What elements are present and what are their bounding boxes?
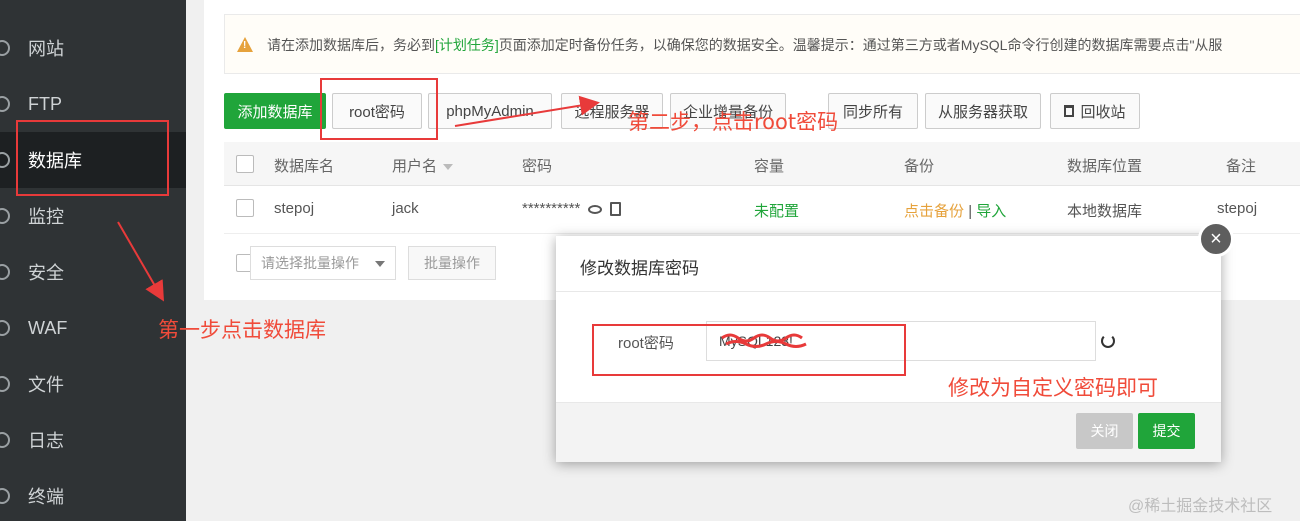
header-capacity: 容量 [754, 158, 785, 175]
cron-task-link[interactable]: [计划任务] [435, 37, 499, 53]
annotation-hint: 修改为自定义密码即可 [948, 376, 1158, 400]
header-backup: 备份 [904, 158, 935, 175]
close-icon[interactable]: × [1198, 221, 1234, 257]
header-password: 密码 [522, 158, 553, 175]
notice-text: 请在添加数据库后，务必到[计划任务]页面添加定时备份任务，以确保您的数据安全。温… [267, 35, 1222, 55]
batch-operation-button[interactable]: 批量操作 [408, 246, 496, 280]
ftp-icon [0, 96, 10, 112]
sidebar-item-website[interactable]: 网站 [0, 20, 186, 76]
sidebar-item-label: WAF [28, 317, 68, 338]
sidebar-item-label: 终端 [28, 487, 64, 507]
db-location: 本地数据库 [1067, 203, 1143, 220]
waf-shield-icon [0, 320, 10, 336]
annotation-step1: 第一步点击数据库 [158, 318, 326, 342]
modal-header: 修改数据库密码 [556, 236, 1221, 292]
terminal-icon [0, 488, 10, 504]
sidebar-item-logs[interactable]: 日志 [0, 412, 186, 468]
folder-icon [0, 376, 10, 392]
sidebar-item-label: 文件 [28, 375, 64, 395]
fetch-from-server-button[interactable]: 从服务器获取 [925, 93, 1041, 129]
modal-footer: 关闭 提交 [556, 402, 1221, 462]
trash-icon [1064, 105, 1075, 117]
modal-title: 修改数据库密码 [580, 259, 699, 278]
batch-select-label: 请选择批量操作 [261, 255, 359, 271]
batch-select[interactable]: 请选择批量操作 [250, 246, 396, 280]
db-name[interactable]: stepoj [274, 200, 314, 217]
eye-icon[interactable] [588, 204, 603, 214]
sidebar-item-label: FTP [28, 93, 62, 114]
table-header: 数据库名 用户名 密码 容量 备份 数据库位置 备注 [224, 142, 1300, 186]
sidebar-item-label: 网站 [28, 39, 64, 59]
header-location: 数据库位置 [1067, 158, 1143, 175]
header-db-name: 数据库名 [274, 158, 335, 175]
password-mask: ********** [522, 200, 581, 217]
notice-suffix: 页面添加定时备份任务，以确保您的数据安全。温馨提示：通过第三方或者MySQL命令… [498, 37, 1223, 53]
shield-icon [0, 264, 10, 280]
table-row: stepoj jack ********** 未配置 点击备份 | 导入 本地数… [224, 186, 1300, 234]
sidebar-item-label: 监控 [28, 207, 64, 227]
annotation-box-database [16, 120, 169, 196]
import-link[interactable]: 导入 [976, 203, 1006, 220]
header-username[interactable]: 用户名 [392, 155, 454, 176]
chevron-down-icon [375, 261, 385, 267]
header-username-label: 用户名 [392, 158, 438, 175]
notice-prefix: 请在添加数据库后，务必到 [267, 37, 435, 53]
watermark: @稀土掘金技术社区 [1128, 498, 1273, 515]
add-database-button[interactable]: 添加数据库 [224, 93, 326, 129]
select-all-checkbox[interactable] [236, 155, 254, 173]
row-checkbox[interactable] [236, 199, 254, 217]
backup-link[interactable]: 点击备份 [904, 203, 964, 220]
refresh-icon[interactable] [1101, 334, 1115, 348]
notice-banner: 请在添加数据库后，务必到[计划任务]页面添加定时备份任务，以确保您的数据安全。温… [224, 14, 1300, 74]
sidebar-item-label: 安全 [28, 263, 64, 283]
header-note: 备注 [1226, 158, 1257, 175]
recycle-bin-label: 回收站 [1080, 103, 1126, 121]
annotation-step2: 第二步，点击root密码 [628, 110, 839, 134]
warning-icon [237, 37, 253, 52]
submit-button[interactable]: 提交 [1138, 413, 1195, 449]
db-note[interactable]: stepoj [1217, 200, 1257, 217]
sidebar-item-security[interactable]: 安全 [0, 244, 186, 300]
monitor-icon [0, 208, 10, 224]
close-button[interactable]: 关闭 [1076, 413, 1133, 449]
sidebar: 网站 FTP 数据库 监控 安全 WAF 文件 日志 终端 [0, 0, 186, 521]
copy-icon[interactable] [610, 202, 622, 217]
sidebar-item-terminal[interactable]: 终端 [0, 468, 186, 521]
separator: | [968, 203, 973, 220]
phpmyadmin-button[interactable]: phpMyAdmin [428, 93, 552, 129]
sort-icon [443, 164, 454, 171]
database-icon [0, 152, 10, 168]
sidebar-item-files[interactable]: 文件 [0, 356, 186, 412]
log-icon [0, 432, 10, 448]
db-user: jack [392, 200, 419, 217]
annotation-box-password-field [592, 324, 906, 376]
db-password: ********** [522, 200, 622, 217]
sidebar-item-label: 日志 [28, 431, 64, 451]
sync-all-button[interactable]: 同步所有 [828, 93, 918, 129]
db-capacity[interactable]: 未配置 [754, 200, 799, 221]
recycle-bin-button[interactable]: 回收站 [1050, 93, 1140, 129]
annotation-box-root-password [320, 78, 438, 140]
sidebar-item-monitor[interactable]: 监控 [0, 188, 186, 244]
db-backup: 点击备份 | 导入 [904, 200, 1006, 221]
globe-icon [0, 40, 10, 56]
